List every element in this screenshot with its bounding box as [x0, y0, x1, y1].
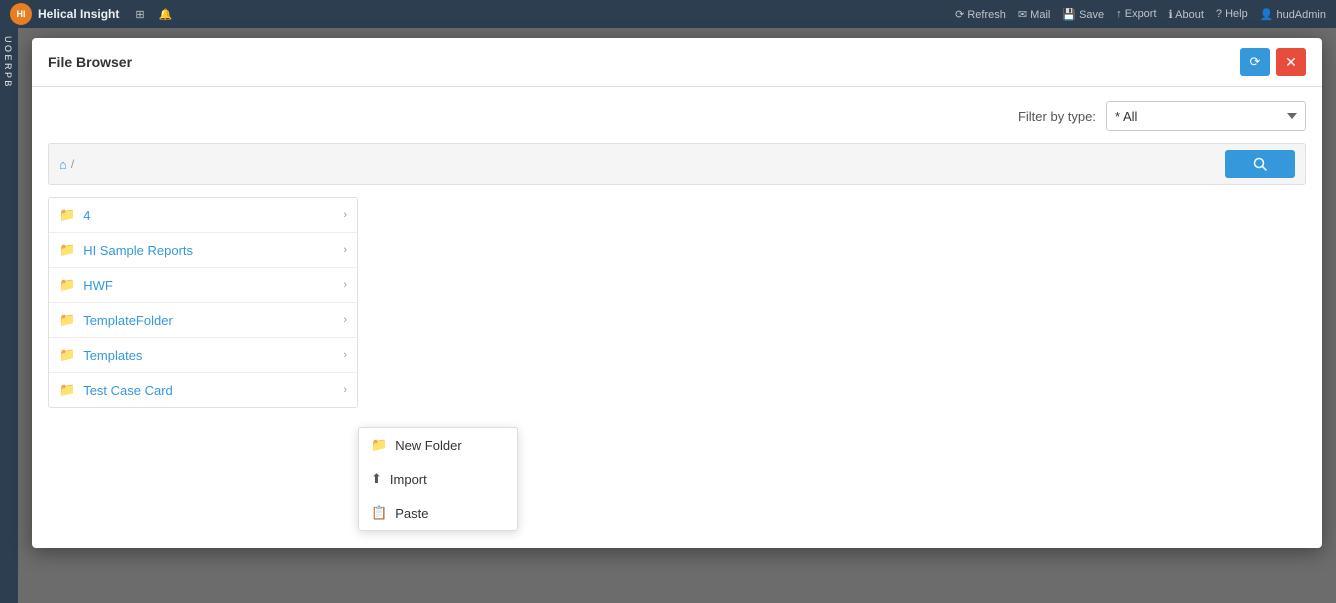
brand-title: Helical Insight	[38, 7, 119, 21]
brand-logo: HI	[10, 3, 32, 25]
file-item-templates[interactable]: 📁 Templates ›	[49, 338, 357, 373]
folder-icon: 📁	[59, 242, 75, 258]
paste-label: Paste	[395, 506, 428, 521]
folder-icon: 📁	[59, 207, 75, 223]
import-label: Import	[390, 472, 427, 487]
file-item-hwf[interactable]: 📁 HWF ›	[49, 268, 357, 303]
modal-header-buttons: ⟳ ✕	[1240, 48, 1306, 76]
file-item-test-case-card[interactable]: 📁 Test Case Card ›	[49, 373, 357, 407]
sidebar-label: U O E R P B	[0, 28, 16, 94]
modal-body: Filter by type: * All ⌂ /	[32, 87, 1322, 422]
breadcrumb-row: ⌂ /	[48, 143, 1306, 185]
export-link[interactable]: ↑ Export	[1116, 8, 1156, 20]
mail-link[interactable]: ✉ Mail	[1018, 8, 1050, 21]
refresh-link[interactable]: ⟳ Refresh	[955, 8, 1006, 21]
context-menu-paste[interactable]: 📋 Paste	[359, 496, 517, 530]
topbar-nav: ⊞ 🔔	[135, 8, 172, 21]
folder-icon: 📁	[59, 277, 75, 293]
import-icon: ⬆	[371, 471, 382, 487]
save-link[interactable]: 💾 Save	[1062, 8, 1104, 21]
file-item-4[interactable]: 📁 4 ›	[49, 198, 357, 233]
file-name-4: 4	[83, 208, 343, 223]
context-menu-new-folder[interactable]: 📁 New Folder	[359, 428, 517, 462]
topbar-actions: ⟳ Refresh ✉ Mail 💾 Save ↑ Export ℹ About…	[955, 8, 1326, 21]
topbar: HI Helical Insight ⊞ 🔔 ⟳ Refresh ✉ Mail …	[0, 0, 1336, 28]
file-list: 📁 4 › 📁 HI Sample Reports › 📁 HWF ›	[48, 197, 358, 408]
chevron-right-icon: ›	[343, 244, 347, 256]
breadcrumb-separator: /	[71, 157, 74, 171]
modal-close-button[interactable]: ✕	[1276, 48, 1306, 76]
modal-title: File Browser	[48, 54, 132, 70]
new-folder-label: New Folder	[395, 438, 461, 453]
about-link[interactable]: ℹ About	[1169, 8, 1204, 21]
context-menu: 📁 New Folder ⬆ Import 📋 Paste	[358, 427, 518, 531]
modal-refresh-button[interactable]: ⟳	[1240, 48, 1270, 76]
paste-icon: 📋	[371, 505, 387, 521]
sidebar: U O E R P B	[0, 28, 18, 603]
folder-icon: 📁	[59, 347, 75, 363]
chevron-right-icon: ›	[343, 279, 347, 291]
breadcrumb-home-icon[interactable]: ⌂	[59, 157, 67, 172]
chevron-right-icon: ›	[343, 349, 347, 361]
file-browser-modal: File Browser ⟳ ✕ Filter by type: * All ⌂…	[32, 38, 1322, 548]
file-name-templates: Templates	[83, 348, 343, 363]
chevron-right-icon: ›	[343, 209, 347, 221]
file-name-hwf: HWF	[83, 278, 343, 293]
file-name-hi-sample-reports: HI Sample Reports	[83, 243, 343, 258]
filter-type-select[interactable]: * All	[1106, 101, 1306, 131]
grid-icon[interactable]: ⊞	[135, 8, 144, 21]
chevron-right-icon: ›	[343, 384, 347, 396]
file-item-hi-sample-reports[interactable]: 📁 HI Sample Reports ›	[49, 233, 357, 268]
filter-label: Filter by type:	[1018, 109, 1096, 124]
folder-icon: 📁	[59, 382, 75, 398]
file-name-templatefolder: TemplateFolder	[83, 313, 343, 328]
chevron-right-icon: ›	[343, 314, 347, 326]
modal-overlay: File Browser ⟳ ✕ Filter by type: * All ⌂…	[18, 28, 1336, 603]
context-menu-import[interactable]: ⬆ Import	[359, 462, 517, 496]
filter-row: Filter by type: * All	[48, 101, 1306, 131]
folder-icon: 📁	[59, 312, 75, 328]
new-folder-icon: 📁	[371, 437, 387, 453]
search-icon	[1253, 157, 1267, 171]
file-name-test-case-card: Test Case Card	[83, 383, 343, 398]
bell-icon[interactable]: 🔔	[159, 8, 173, 21]
search-button[interactable]	[1225, 150, 1295, 178]
help-link[interactable]: ? Help	[1216, 8, 1248, 20]
file-item-templatefolder[interactable]: 📁 TemplateFolder ›	[49, 303, 357, 338]
modal-header: File Browser ⟳ ✕	[32, 38, 1322, 87]
brand: HI Helical Insight	[10, 3, 119, 25]
user-link[interactable]: 👤 hudAdmin	[1260, 8, 1326, 21]
